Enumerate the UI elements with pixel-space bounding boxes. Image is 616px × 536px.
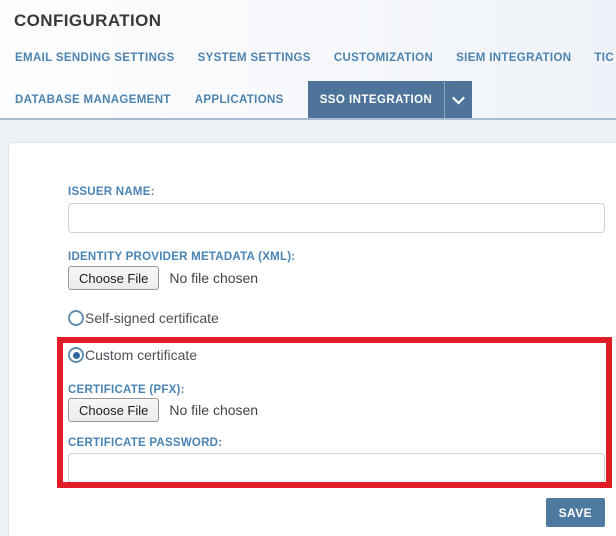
issuer-name-input[interactable]: [68, 203, 605, 233]
radio-selected-icon[interactable]: [68, 347, 84, 363]
file-status-text: No file chosen: [169, 270, 258, 286]
certificate-pfx-file-input: Choose File No file chosen: [68, 398, 605, 422]
page-title: CONFIGURATION: [14, 11, 161, 31]
tab-applications[interactable]: APPLICATIONS: [195, 94, 284, 106]
tab-bar-row-1: EMAIL SENDING SETTINGS SYSTEM SETTINGS C…: [15, 52, 616, 64]
page-header: CONFIGURATION EMAIL SENDING SETTINGS SYS…: [0, 0, 616, 120]
certificate-password-label: CERTIFICATE PASSWORD:: [68, 437, 605, 449]
tab-system-settings[interactable]: SYSTEM SETTINGS: [198, 52, 311, 64]
tab-email-sending-settings[interactable]: EMAIL SENDING SETTINGS: [15, 52, 175, 64]
active-tab-label: SSO INTEGRATION: [308, 81, 445, 118]
radio-unselected-icon[interactable]: [68, 310, 84, 326]
self-signed-certificate-option[interactable]: Self-signed certificate: [68, 309, 605, 327]
certificate-pfx-label: CERTIFICATE (PFX):: [68, 384, 605, 396]
actions-row: SAVE: [68, 498, 605, 527]
tab-customization[interactable]: CUSTOMIZATION: [334, 52, 433, 64]
sso-integration-panel: ISSUER NAME: IDENTITY PROVIDER METADATA …: [8, 142, 616, 536]
file-status-text: No file chosen: [169, 402, 258, 418]
radio-label: Custom certificate: [85, 347, 197, 363]
choose-file-button[interactable]: Choose File: [68, 398, 159, 422]
certificate-password-input[interactable]: [68, 453, 605, 483]
tab-bar-row-2: DATABASE MANAGEMENT APPLICATIONS SSO INT…: [15, 81, 616, 118]
idp-metadata-file-input: Choose File No file chosen: [68, 266, 605, 290]
tab-sso-integration-active[interactable]: SSO INTEGRATION: [308, 81, 473, 118]
choose-file-button[interactable]: Choose File: [68, 266, 159, 290]
custom-certificate-option[interactable]: Custom certificate: [68, 346, 605, 364]
tab-ticketing-truncated[interactable]: TIC: [594, 52, 614, 64]
save-button[interactable]: SAVE: [546, 498, 605, 527]
idp-metadata-label: IDENTITY PROVIDER METADATA (XML):: [68, 251, 605, 263]
chevron-down-icon: [452, 92, 465, 105]
tab-siem-integration[interactable]: SIEM INTEGRATION: [456, 52, 571, 64]
radio-label: Self-signed certificate: [85, 310, 219, 326]
tab-database-management[interactable]: DATABASE MANAGEMENT: [15, 94, 171, 106]
tab-dropdown-button[interactable]: [444, 81, 472, 118]
issuer-name-label: ISSUER NAME:: [68, 186, 605, 198]
